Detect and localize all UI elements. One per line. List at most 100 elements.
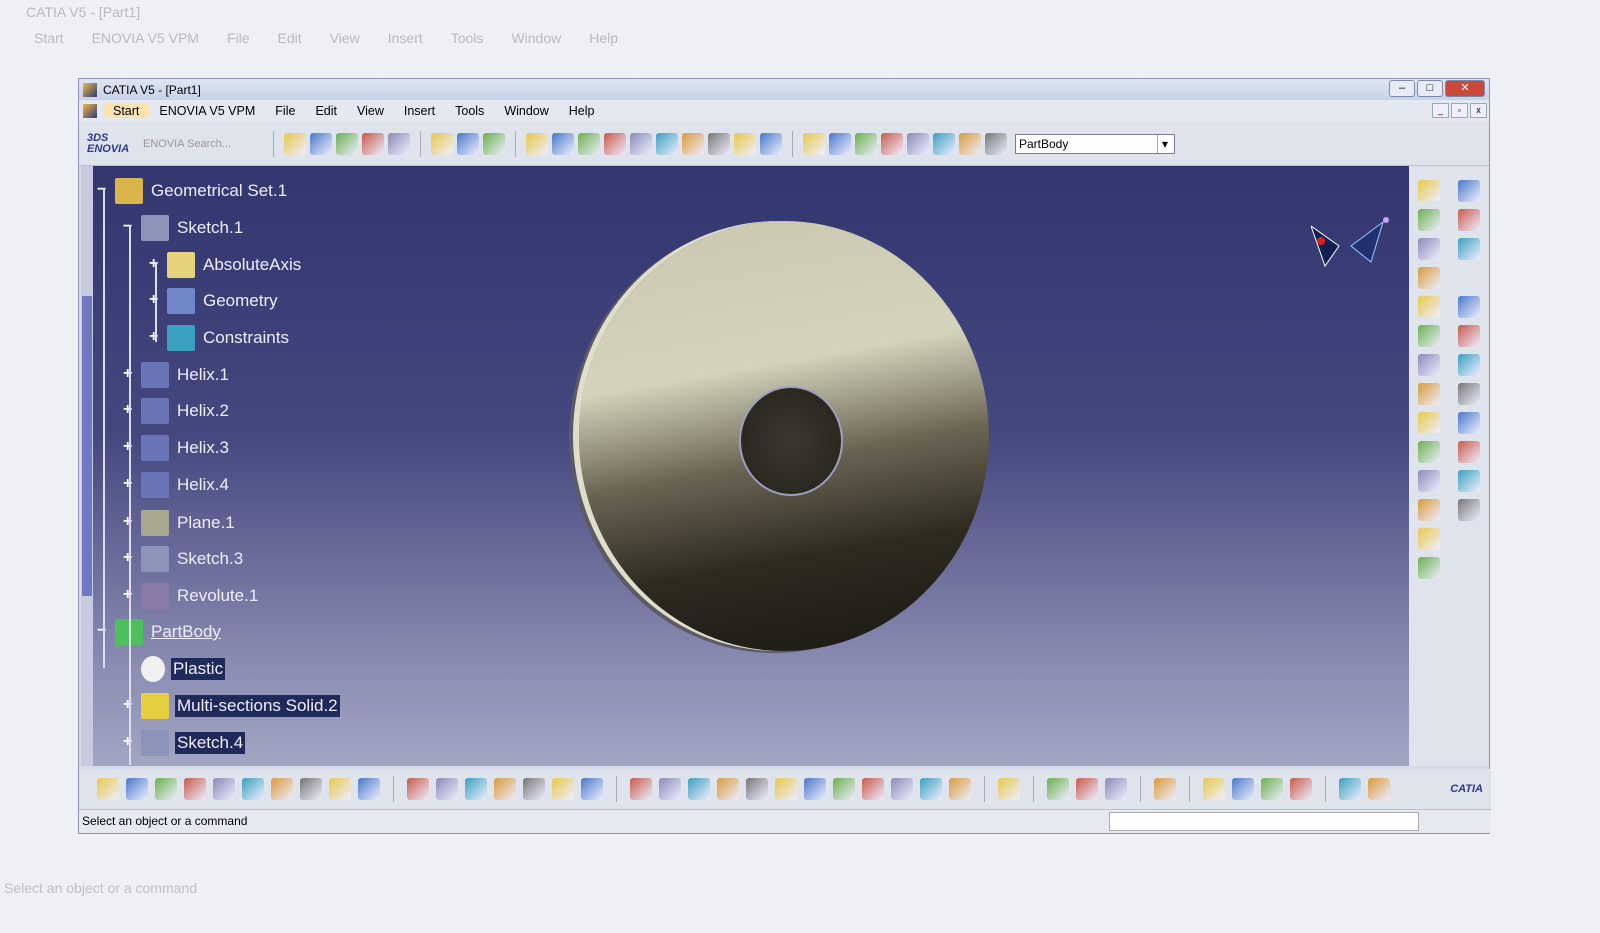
loft-removed-icon[interactable]: [760, 132, 782, 155]
constraint-icon[interactable]: [933, 132, 955, 155]
rotate-icon[interactable]: [717, 778, 739, 800]
open-icon[interactable]: [126, 778, 148, 800]
sketch-icon[interactable]: [1458, 324, 1480, 347]
measure-item-icon[interactable]: [1076, 778, 1098, 800]
normal-view-icon[interactable]: [804, 778, 826, 800]
print-icon[interactable]: [184, 778, 206, 800]
copy-icon[interactable]: [242, 778, 264, 800]
gear-icon[interactable]: [1458, 179, 1480, 202]
iso-view-icon[interactable]: [862, 778, 884, 800]
compass-icon[interactable]: [1311, 216, 1391, 276]
view-pad-icon[interactable]: [1418, 179, 1440, 202]
enovia-search-button[interactable]: ENOVIA Search...: [143, 138, 263, 150]
fit-all-icon[interactable]: [659, 778, 681, 800]
stiffener-icon[interactable]: [734, 132, 756, 155]
layer-icon[interactable]: [1290, 778, 1312, 800]
fly-icon[interactable]: [630, 778, 652, 800]
cut-icon[interactable]: [213, 778, 235, 800]
select-arrow-icon[interactable]: [1458, 295, 1480, 318]
green-box-icon[interactable]: [1458, 353, 1480, 376]
tree-node[interactable]: + Helix.2: [123, 398, 231, 424]
zoom-in-icon[interactable]: [746, 778, 768, 800]
tree-node[interactable]: − PartBody: [97, 619, 223, 645]
catalog-icon[interactable]: [998, 778, 1020, 800]
menu-help[interactable]: Help: [559, 104, 605, 118]
cube-yellow-icon[interactable]: [1418, 208, 1440, 231]
tree-node[interactable]: + Helix.4: [123, 472, 231, 498]
tree-node[interactable]: + AbsoluteAxis: [149, 252, 303, 278]
maximize-button[interactable]: □: [1417, 80, 1443, 97]
abc-text-icon[interactable]: [1458, 440, 1480, 463]
update-icon[interactable]: [803, 132, 825, 155]
menu-start[interactable]: Start: [103, 104, 150, 118]
render-icon[interactable]: [949, 778, 971, 800]
red-sphere-icon[interactable]: [1458, 382, 1480, 405]
formula-icon[interactable]: [407, 778, 429, 800]
texture-icon[interactable]: [1261, 778, 1283, 800]
doc-minimize-button[interactable]: _: [1432, 103, 1449, 118]
pan-icon[interactable]: [688, 778, 710, 800]
boolean-icon[interactable]: [907, 132, 929, 155]
tree-node[interactable]: + Sketch.3: [123, 546, 245, 572]
tree-node[interactable]: + Sketch.4: [123, 730, 246, 756]
measure-icon[interactable]: [1418, 440, 1440, 463]
apply-material-icon[interactable]: [1203, 778, 1225, 800]
close-button[interactable]: ✕: [1445, 80, 1485, 97]
rotate-icon[interactable]: [829, 132, 851, 155]
tree-node[interactable]: + Helix.3: [123, 435, 231, 461]
catia-menu-icon[interactable]: [83, 104, 97, 118]
swap-visible-icon[interactable]: [1368, 778, 1390, 800]
minimize-button[interactable]: –: [1389, 80, 1415, 97]
tree-node[interactable]: + Revolute.1: [123, 583, 260, 609]
command-input[interactable]: [1109, 812, 1419, 831]
paste-icon[interactable]: [271, 778, 293, 800]
menu-window[interactable]: Window: [494, 104, 558, 118]
shaft-icon[interactable]: [578, 132, 600, 155]
red-box-icon[interactable]: [1418, 353, 1440, 376]
comment-icon[interactable]: [436, 778, 458, 800]
save-icon[interactable]: [155, 778, 177, 800]
grid-icon[interactable]: [1418, 498, 1440, 521]
tree-node[interactable]: + Geometry: [149, 288, 280, 314]
tree-scrollbar[interactable]: [81, 166, 93, 766]
menu-enovia-v5-vpm[interactable]: ENOVIA V5 VPM: [149, 104, 265, 118]
enovia-sync-icon[interactable]: [388, 132, 410, 155]
map-icon[interactable]: [1232, 778, 1254, 800]
enovia-doc-icon[interactable]: [336, 132, 358, 155]
point-icon[interactable]: [431, 132, 453, 155]
sheet-icon[interactable]: [1339, 778, 1361, 800]
pocket-icon[interactable]: [552, 132, 574, 155]
scrollbar-thumb[interactable]: [82, 296, 92, 596]
equals-icon[interactable]: [581, 778, 603, 800]
target-icon[interactable]: [1418, 324, 1440, 347]
menu-file[interactable]: File: [265, 104, 305, 118]
tree-node[interactable]: Plastic: [123, 656, 226, 682]
tree-node[interactable]: + Plane.1: [123, 510, 237, 536]
body-icon[interactable]: [985, 132, 1007, 155]
3d-viewport[interactable]: − Geometrical Set.1 − Sketch.1 + AbsoluteAxis…: [81, 166, 1409, 766]
help-icon[interactable]: [358, 778, 380, 800]
redo-icon[interactable]: [329, 778, 351, 800]
wedge-icon[interactable]: [1418, 266, 1440, 289]
plane-icon[interactable]: [483, 132, 505, 155]
frame2-icon[interactable]: [1418, 411, 1440, 434]
swap-icon[interactable]: [920, 778, 942, 800]
fit-icon[interactable]: [1418, 527, 1440, 550]
doc-close-button[interactable]: x: [1470, 103, 1487, 118]
cube-small-icon[interactable]: [1418, 556, 1440, 579]
tree-node[interactable]: + Helix.1: [123, 362, 231, 388]
rib-icon[interactable]: [656, 132, 678, 155]
tree-node[interactable]: − Geometrical Set.1: [97, 178, 289, 204]
pad-icon[interactable]: [526, 132, 548, 155]
lock-icon[interactable]: [552, 778, 574, 800]
list-icon[interactable]: [959, 132, 981, 155]
hierarchy-icon[interactable]: [523, 778, 545, 800]
menu-view[interactable]: View: [347, 104, 394, 118]
body-select-dropdown[interactable]: PartBody: [1015, 133, 1175, 154]
enovia-copy-icon[interactable]: [362, 132, 384, 155]
options-icon[interactable]: [1458, 208, 1480, 231]
tree-node[interactable]: + Constraints: [149, 325, 291, 351]
menu-insert[interactable]: Insert: [394, 104, 445, 118]
groove-icon[interactable]: [604, 132, 626, 155]
tree-icon[interactable]: [1458, 237, 1480, 260]
